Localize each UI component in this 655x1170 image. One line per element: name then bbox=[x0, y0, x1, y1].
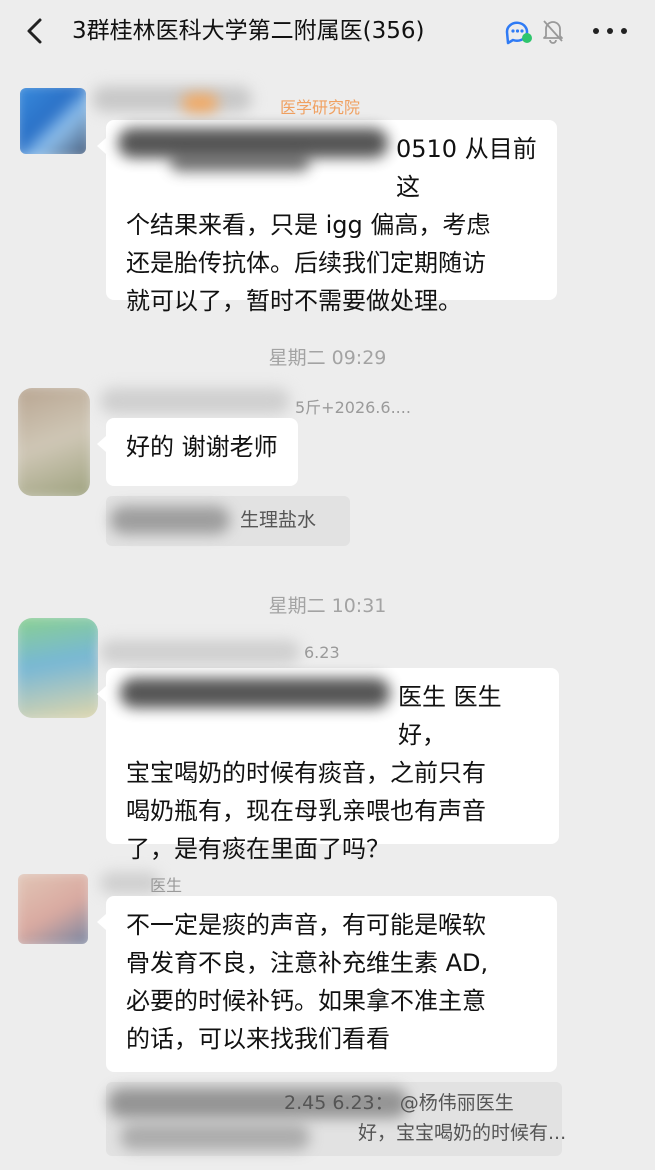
message-line: 了，是有痰在里面了吗？ bbox=[126, 835, 390, 863]
redaction-smear bbox=[120, 678, 390, 708]
muted-bell-icon[interactable] bbox=[541, 18, 565, 48]
back-button[interactable] bbox=[22, 14, 52, 48]
redaction-smear bbox=[100, 640, 300, 664]
redaction-smear bbox=[110, 506, 230, 534]
group-name: 3群桂林医科大学第二附属医 bbox=[72, 18, 363, 44]
redaction-smear bbox=[170, 152, 310, 172]
sender-name: 医学研究院 bbox=[280, 98, 361, 117]
sender-name: 医生 bbox=[150, 876, 183, 895]
message-line: 的话，可以来找我们看看 bbox=[126, 1025, 390, 1053]
avatar-image bbox=[20, 88, 86, 154]
avatar[interactable] bbox=[20, 88, 86, 154]
member-count: (356) bbox=[362, 18, 425, 44]
message-line: 好的 谢谢老师 bbox=[126, 433, 278, 461]
redaction-smear bbox=[120, 1124, 310, 1150]
message-line: 还是胎传抗体。后续我们定期随访 bbox=[126, 249, 486, 277]
avatar[interactable] bbox=[18, 388, 90, 496]
avatar-image bbox=[18, 388, 90, 496]
message-line: 喝奶瓶有，现在母乳亲喂也有声音 bbox=[126, 797, 486, 825]
message-line: 必要的时候补钙。如果拿不准主意 bbox=[126, 987, 486, 1015]
chat-header: 3群桂林医科大学第二附属医(356) bbox=[0, 0, 655, 64]
more-icon bbox=[593, 28, 599, 34]
sender-name: 6.23 bbox=[304, 643, 340, 662]
chat-group-icon[interactable] bbox=[503, 18, 535, 50]
redaction-smear bbox=[92, 86, 252, 112]
message-line: 个结果来看，只是 igg 偏高，考虑 bbox=[126, 211, 491, 239]
redaction-smear bbox=[182, 94, 218, 112]
message-bubble[interactable]: 不一定是痰的声音，有可能是喉软 骨发育不良，注意补充维生素 AD, 必要的时候补… bbox=[97, 896, 557, 1072]
more-dot bbox=[621, 28, 627, 34]
message-line: 就可以了，暂时不需要做处理。 bbox=[126, 287, 462, 315]
chat-title: 3群桂林医科大学第二附属医(356) bbox=[72, 14, 425, 48]
avatar[interactable] bbox=[18, 874, 88, 944]
more-dot bbox=[607, 28, 613, 34]
redaction-smear bbox=[108, 1088, 408, 1118]
quoted-text: 好，宝宝喝奶的时候有... bbox=[358, 1122, 567, 1144]
avatar[interactable] bbox=[18, 618, 98, 718]
timestamp: 星期二 09:29 bbox=[268, 347, 387, 369]
message-bubble[interactable]: 好的 谢谢老师 bbox=[97, 418, 298, 486]
message-line: 宝宝喝奶的时候有痰音，之前只有 bbox=[126, 759, 486, 787]
back-icon bbox=[27, 18, 42, 44]
message-line: 骨发育不良，注意补充维生素 AD, bbox=[126, 949, 489, 977]
avatar-image bbox=[18, 874, 88, 944]
sender-name: 5斤+2026.6.... bbox=[295, 398, 411, 417]
redaction-smear bbox=[100, 388, 290, 414]
quoted-text: 生理盐水 bbox=[240, 509, 317, 531]
message-line: 不一定是痰的声音，有可能是喉软 bbox=[126, 911, 486, 939]
timestamp: 星期二 10:31 bbox=[268, 595, 387, 617]
avatar-image bbox=[18, 618, 98, 718]
more-button[interactable] bbox=[593, 18, 627, 44]
